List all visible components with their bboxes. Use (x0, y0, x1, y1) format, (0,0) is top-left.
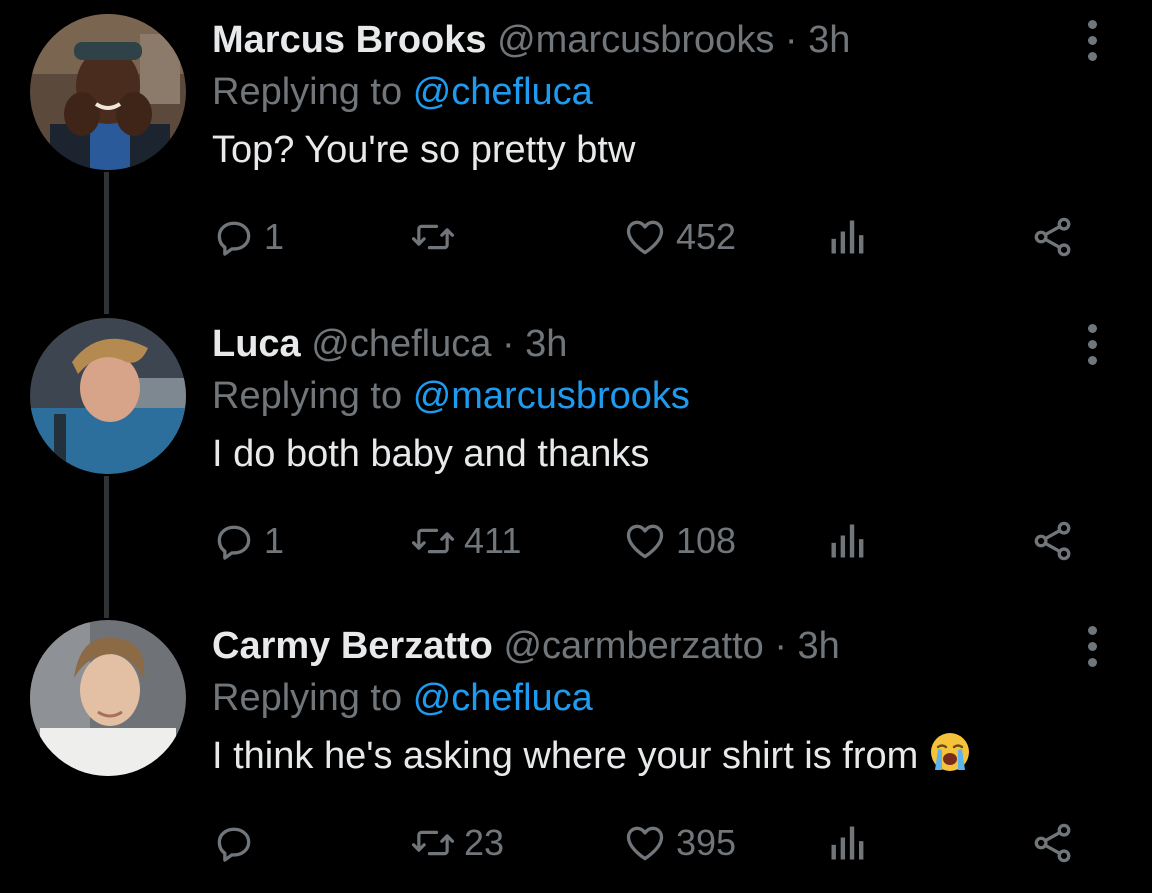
author-handle[interactable]: @marcusbrooks (497, 19, 774, 61)
like-count: 395 (676, 822, 737, 863)
separator-dot: · (501, 323, 515, 365)
mention-link[interactable]: @chefluca (413, 71, 593, 113)
like-button[interactable]: 452 (622, 212, 736, 262)
share-nodes-icon (1034, 217, 1071, 257)
retweet-button[interactable]: 411 (410, 516, 521, 566)
replying-to-label: Replying to (212, 71, 403, 113)
timestamp[interactable]: 3h (808, 19, 850, 61)
loudly-crying-face-icon (928, 730, 972, 788)
replying-to-label: Replying to (212, 677, 403, 719)
replying-to-line: Replying to @marcusbrooks (212, 370, 1092, 422)
reply-button[interactable]: 1 (212, 212, 284, 262)
views-button[interactable] (828, 818, 868, 868)
author-name[interactable]: Marcus Brooks (212, 19, 487, 61)
more-options-icon[interactable] (1084, 20, 1100, 70)
tweet-text-container: I think he's asking where your shirt is … (212, 730, 1092, 788)
retweet-button[interactable] (410, 212, 464, 262)
timestamp[interactable]: 3h (525, 323, 567, 365)
more-options-icon[interactable] (1084, 626, 1100, 676)
heart-outline-icon (626, 524, 664, 559)
more-options-icon[interactable] (1084, 324, 1100, 374)
replying-to-label: Replying to (212, 375, 403, 417)
retweet-button[interactable]: 23 (410, 818, 504, 868)
replying-to-line: Replying to @chefluca (212, 672, 1092, 724)
share-nodes-icon (1034, 823, 1071, 863)
heart-outline-icon (626, 220, 664, 255)
separator-dot: · (774, 625, 787, 667)
like-count: 452 (676, 216, 737, 257)
tweet-reply[interactable]: Carmy Berzatto @carmberzatto · 3h Replyi… (0, 606, 1152, 893)
author-handle[interactable]: @chefluca (311, 323, 491, 365)
avatar[interactable] (30, 318, 186, 474)
tweet-text: I think he's asking where your shirt is … (212, 735, 919, 777)
speech-bubble-icon (217, 221, 251, 256)
like-button[interactable]: 108 (622, 516, 736, 566)
replying-to-line: Replying to @chefluca (212, 66, 1092, 118)
views-button[interactable] (828, 212, 868, 262)
share-button[interactable] (1030, 818, 1076, 868)
separator-dot: · (784, 19, 798, 61)
bar-chart-icon (831, 524, 864, 558)
author-handle[interactable]: @carmberzatto (503, 625, 763, 667)
share-button[interactable] (1030, 516, 1076, 566)
views-button[interactable] (828, 516, 868, 566)
author-name[interactable]: Carmy Berzatto (212, 625, 493, 667)
reply-button[interactable] (212, 818, 264, 868)
reply-button[interactable]: 1 (212, 516, 284, 566)
retweet-arrows-icon (411, 830, 455, 856)
like-count: 108 (676, 520, 737, 561)
tweet-text: Top? You're so pretty btw (212, 129, 636, 171)
speech-bubble-icon (217, 525, 251, 560)
heart-outline-icon (626, 826, 664, 861)
mention-link[interactable]: @chefluca (413, 677, 593, 719)
tweet-actions: 1 411 108 (212, 516, 1092, 566)
share-button[interactable] (1030, 212, 1076, 262)
retweet-arrows-icon (411, 224, 455, 250)
bar-chart-icon (831, 826, 864, 860)
tweet-reply[interactable]: Marcus Brooks @marcusbrooks · 3h Replyin… (0, 0, 1152, 300)
avatar[interactable] (30, 14, 186, 170)
tweet-text: I do both baby and thanks (212, 433, 650, 475)
retweet-count: 23 (464, 822, 505, 863)
author-name[interactable]: Luca (212, 323, 301, 365)
share-nodes-icon (1034, 521, 1071, 561)
retweet-arrows-icon (411, 528, 455, 554)
reply-count: 1 (264, 520, 285, 561)
retweet-count: 411 (464, 520, 522, 561)
avatar[interactable] (30, 620, 186, 776)
tweet-actions: 23 395 (212, 818, 1092, 868)
speech-bubble-icon (217, 827, 251, 862)
tweet-actions: 1 452 (212, 212, 1092, 262)
reply-count: 1 (264, 216, 285, 257)
bar-chart-icon (831, 220, 864, 254)
like-button[interactable]: 395 (622, 818, 736, 868)
tweet-reply[interactable]: Luca @chefluca · 3h Replying to @marcusb… (0, 304, 1152, 604)
timestamp[interactable]: 3h (798, 625, 840, 667)
mention-link[interactable]: @marcusbrooks (413, 375, 690, 417)
